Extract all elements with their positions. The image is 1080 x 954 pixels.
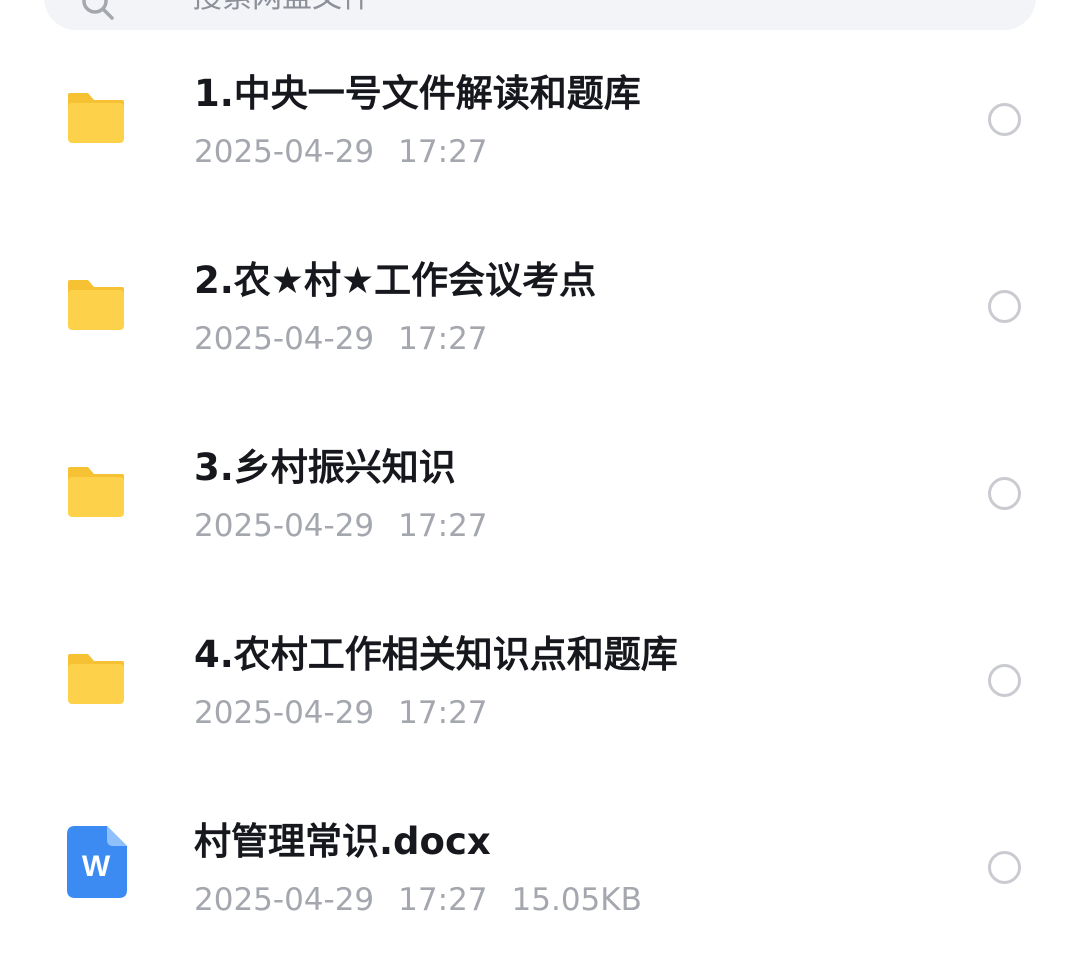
file-meta: 2025-04-29 17:27 (194, 504, 488, 548)
file-date: 2025-04-29 (194, 695, 375, 731)
file-size: 15.05KB (511, 882, 642, 918)
file-meta: 2025-04-29 17:27 15.05KB (194, 878, 642, 922)
file-row[interactable]: 1.中央一号文件解读和题库 2025-04-29 17:27 (0, 0, 1080, 187)
file-date: 2025-04-29 (194, 134, 375, 170)
file-time: 17:27 (398, 695, 488, 731)
file-time: 17:27 (398, 882, 488, 918)
folder-icon (68, 654, 124, 704)
file-name: 村管理常识.docx (194, 820, 491, 863)
file-name: 3.乡村振兴知识 (194, 446, 456, 489)
select-radio[interactable] (988, 664, 1021, 697)
select-radio[interactable] (988, 477, 1021, 510)
select-radio[interactable] (988, 290, 1021, 323)
doc-icon-letter: W (82, 850, 111, 883)
folder-icon (68, 93, 124, 143)
select-radio[interactable] (988, 103, 1021, 136)
word-doc-icon: W (67, 826, 127, 898)
file-meta: 2025-04-29 17:27 (194, 691, 488, 735)
file-time: 17:27 (398, 508, 488, 544)
file-meta: 2025-04-29 17:27 (194, 130, 488, 174)
file-date: 2025-04-29 (194, 508, 375, 544)
file-name: 1.中央一号文件解读和题库 (194, 72, 641, 115)
file-time: 17:27 (398, 321, 488, 357)
select-radio[interactable] (988, 851, 1021, 884)
file-name: 4.农村工作相关知识点和题库 (194, 633, 678, 676)
file-row[interactable]: W 村管理常识.docx 2025-04-29 17:27 15.05KB (0, 748, 1080, 935)
file-meta: 2025-04-29 17:27 (194, 317, 488, 361)
file-date: 2025-04-29 (194, 882, 375, 918)
folder-icon (68, 280, 124, 330)
file-row[interactable]: 2.农★村★工作会议考点 2025-04-29 17:27 (0, 187, 1080, 374)
file-time: 17:27 (398, 134, 488, 170)
folder-icon (68, 467, 124, 517)
file-row[interactable]: 3.乡村振兴知识 2025-04-29 17:27 (0, 374, 1080, 561)
file-name: 2.农★村★工作会议考点 (194, 259, 597, 302)
file-row[interactable]: 4.农村工作相关知识点和题库 2025-04-29 17:27 (0, 561, 1080, 748)
file-date: 2025-04-29 (194, 321, 375, 357)
